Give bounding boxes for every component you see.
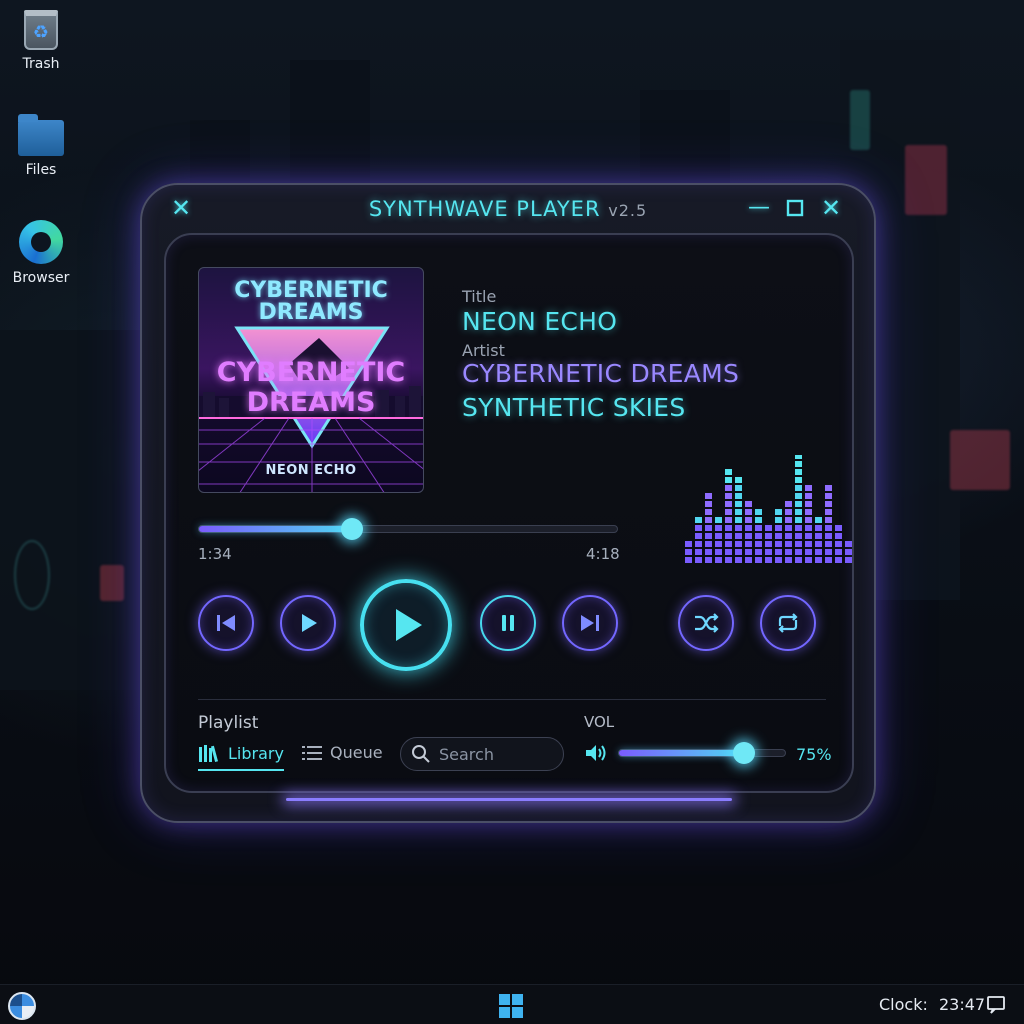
repeat-icon [778, 613, 798, 633]
equalizer-bar [705, 493, 712, 563]
player-window: ✕ SYNTHWAVE PLAYER v2.5 — ✕ CYBERNETIC D… [140, 183, 876, 823]
repeat-button[interactable] [760, 595, 816, 651]
equalizer-bar [825, 485, 832, 563]
search-input[interactable]: Search [400, 737, 564, 771]
next-button[interactable] [562, 595, 618, 651]
maximize-icon [786, 199, 804, 217]
minimize-button[interactable]: — [746, 195, 772, 221]
system-clock: Clock: 23:47 [879, 995, 985, 1014]
equalizer-bar [725, 469, 732, 563]
app-version: v2.5 [608, 201, 648, 220]
apps-grid-button[interactable] [499, 994, 523, 1018]
equalizer-bar [795, 455, 802, 563]
equalizer-bar [775, 509, 782, 563]
progress-handle[interactable] [340, 518, 363, 540]
tab-library-label: Library [228, 743, 284, 763]
player-panel: CYBERNETIC DREAMS CYBERNETIC DREAMS NEON… [164, 233, 854, 801]
library-icon [199, 745, 219, 762]
equalizer-bar [715, 517, 722, 563]
progress-bar[interactable] [198, 518, 618, 540]
title-label: Title [462, 287, 497, 306]
folder-icon [18, 114, 64, 156]
track-artist: CYBERNETIC DREAMS [462, 359, 740, 388]
taskbar: Clock: 23:47 [0, 984, 1024, 1024]
notification-icon[interactable] [986, 995, 1006, 1015]
play-icon [302, 614, 317, 632]
album-art-subtitle: NEON ECHO [265, 463, 357, 478]
tab-library[interactable]: Library [198, 743, 284, 771]
volume-percent: 75% [796, 745, 832, 764]
desktop-icon-label: Files [25, 162, 57, 178]
total-time: 4:18 [586, 545, 620, 563]
equalizer-bar [685, 541, 692, 563]
tab-queue-label: Queue [330, 743, 383, 762]
search-placeholder: Search [439, 744, 494, 764]
volume-icon[interactable] [584, 743, 608, 763]
volume-slider[interactable] [618, 742, 786, 764]
close-button[interactable]: ✕ [818, 195, 844, 221]
title-bar[interactable]: ✕ SYNTHWAVE PLAYER v2.5 — ✕ [142, 185, 874, 235]
equalizer-bar [785, 501, 792, 563]
equalizer-bar [695, 517, 702, 563]
search-icon [412, 745, 430, 763]
track-album: SYNTHETIC SKIES [462, 393, 686, 422]
album-art-title-top: CYBERNETIC DREAMS [234, 278, 388, 325]
play-icon [396, 609, 422, 641]
shuffle-icon [695, 613, 719, 633]
desktop-icon-trash[interactable]: Trash [8, 10, 74, 72]
list-icon [302, 745, 322, 760]
playlist-label: Playlist [198, 713, 259, 733]
equalizer-bar [815, 517, 822, 563]
play-button-small[interactable] [280, 595, 336, 651]
trash-icon [24, 10, 58, 50]
equalizer-visualizer [685, 455, 852, 563]
equalizer-bar [765, 525, 772, 563]
pause-button[interactable] [480, 595, 536, 651]
equalizer-bar [835, 525, 842, 563]
skip-forward-icon [581, 615, 599, 631]
track-title: NEON ECHO [462, 307, 618, 336]
skip-back-icon [217, 615, 235, 631]
album-art-title-center: CYBERNETIC DREAMS [216, 357, 406, 418]
desktop-icon-label: Browser [12, 270, 70, 286]
equalizer-bar [745, 501, 752, 563]
maximize-button[interactable] [782, 195, 808, 221]
volume-fill [619, 750, 744, 756]
start-menu-button[interactable] [8, 992, 36, 1020]
equalizer-bar [845, 541, 852, 563]
browser-icon [19, 220, 63, 264]
clock-time: 23:47 [938, 995, 986, 1014]
album-art: CYBERNETIC DREAMS CYBERNETIC DREAMS NEON… [198, 267, 424, 493]
progress-fill [199, 526, 352, 532]
volume-handle[interactable] [732, 742, 755, 764]
elapsed-time: 1:34 [198, 545, 232, 563]
artist-label: Artist [462, 341, 505, 360]
shuffle-button[interactable] [678, 595, 734, 651]
clock-label: Clock: [879, 995, 928, 1014]
tab-queue[interactable]: Queue [302, 743, 383, 762]
section-divider [198, 699, 826, 700]
volume-label: VOL [584, 713, 615, 731]
equalizer-bar [805, 485, 812, 563]
play-button[interactable] [360, 579, 452, 671]
equalizer-bar [735, 477, 742, 563]
desktop-icon-files[interactable]: Files [8, 114, 74, 178]
equalizer-bar [755, 509, 762, 563]
pause-icon [502, 615, 514, 631]
desktop-icon-browser[interactable]: Browser [8, 220, 74, 286]
app-name: SYNTHWAVE PLAYER [368, 197, 601, 221]
previous-button[interactable] [198, 595, 254, 651]
desktop-icon-label: Trash [22, 56, 60, 72]
